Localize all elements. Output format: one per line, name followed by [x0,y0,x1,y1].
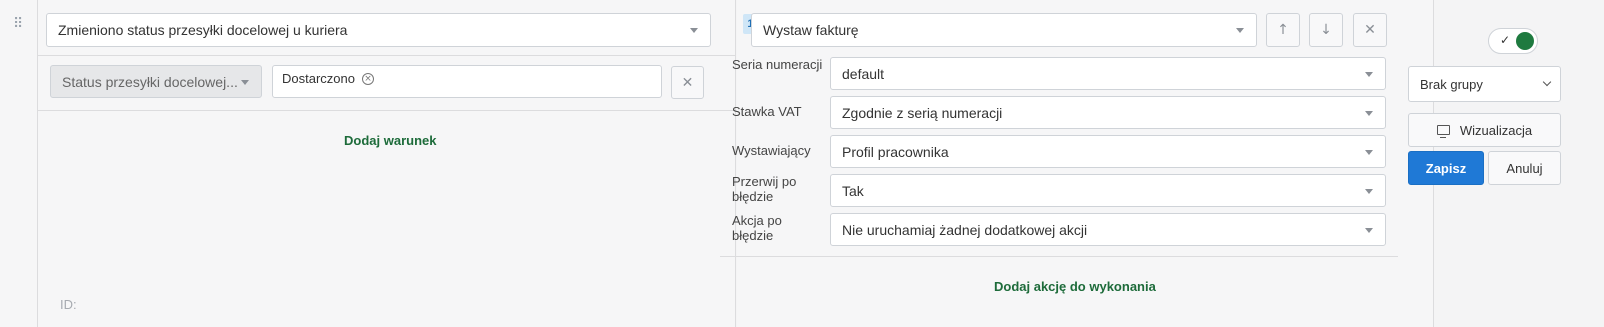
visualization-button[interactable]: Wizualizacja [1408,113,1561,147]
field-label-action-on-error: Akcja po błędzie [732,213,782,243]
divider [38,55,736,56]
divider [38,110,736,111]
monitor-icon [1436,125,1450,138]
value-tag-label: Dostarczono [282,71,355,86]
stop-on-error-select[interactable]: Tak [830,174,1386,207]
issuer-select[interactable]: Profil pracownika [830,135,1386,168]
close-circle-icon[interactable]: × [361,72,374,85]
chevron-down-icon [1365,188,1373,194]
drag-strip [0,0,38,327]
conditions-panel [38,0,736,327]
field-label-numbering-series: Seria numeracji [732,57,823,72]
delete-condition-button[interactable]: ✕ [671,66,704,99]
numbering-series-select[interactable]: default [830,57,1386,90]
condition-field-value: Status przesyłki docelowej... [62,73,238,90]
close-icon: ✕ [1364,22,1376,38]
chevron-down-icon [1236,28,1244,33]
chevron-down-icon [241,79,249,85]
save-button[interactable]: Zapisz [1408,151,1484,185]
issuer-value: Profil pracownika [842,143,949,160]
check-icon: ✓ [1500,33,1511,47]
add-action-link[interactable]: Dodaj akcję do wykonania [994,279,1156,294]
group-select[interactable]: Brak grupy [1408,66,1561,102]
field-label-issuer: Wystawiający [732,143,811,158]
trigger-select[interactable]: Zmieniono status przesyłki docelowej u k… [46,13,711,47]
group-select-value: Brak grupy [1420,76,1483,92]
numbering-series-value: default [842,65,885,82]
trigger-select-value: Zmieniono status przesyłki docelowej u k… [58,22,348,38]
chevron-down-icon [1365,227,1373,233]
visualization-label: Wizualizacja [1459,122,1533,138]
arrow-down-icon: ↓ [1320,22,1332,38]
vat-rate-select[interactable]: Zgodnie z serią numeracji [830,96,1386,129]
cancel-button[interactable]: Anuluj [1488,151,1561,185]
add-condition-link[interactable]: Dodaj warunek [344,133,436,148]
delete-action-button[interactable]: ✕ [1353,13,1387,47]
value-tag: Dostarczono × [282,71,374,86]
move-down-button[interactable]: ↓ [1309,13,1343,47]
arrow-up-icon: ↑ [1277,22,1289,38]
chevron-down-icon [1542,77,1552,87]
close-icon: ✕ [681,74,694,91]
field-label-vat-rate: Stawka VAT [732,104,802,119]
active-toggle[interactable]: ✓ [1488,28,1538,54]
chevron-down-icon [1365,71,1373,77]
toggle-knob [1516,32,1534,50]
vat-rate-value: Zgodnie z serią numeracji [842,104,1003,121]
condition-value-input[interactable]: Dostarczono × [272,65,662,98]
id-label: ID: [60,297,77,312]
action-type-value: Wystaw fakturę [763,22,859,38]
divider [720,256,1398,257]
chevron-down-icon [690,28,698,33]
action-type-select[interactable]: Wystaw fakturę [751,13,1257,47]
move-up-button[interactable]: ↑ [1266,13,1300,47]
action-on-error-value: Nie uruchamiaj żadnej dodatkowej akcji [842,221,1088,238]
drag-handle-icon[interactable]: ⠿ [13,17,25,31]
field-label-stop-on-error: Przerwij po błędzie [732,174,797,204]
action-on-error-select[interactable]: Nie uruchamiaj żadnej dodatkowej akcji [830,213,1386,246]
condition-field-select[interactable]: Status przesyłki docelowej... [50,65,262,98]
chevron-down-icon [1365,149,1373,155]
stop-on-error-value: Tak [842,182,864,199]
chevron-down-icon [1365,110,1373,116]
